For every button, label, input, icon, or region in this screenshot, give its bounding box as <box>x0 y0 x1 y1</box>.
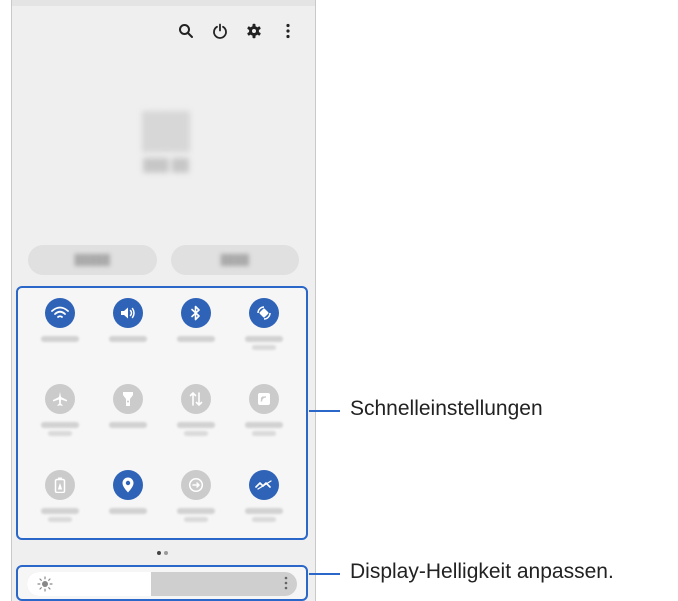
callout-line-brightness <box>309 573 340 575</box>
tile-label <box>41 422 79 428</box>
settings-gear-icon[interactable] <box>245 22 263 40</box>
page-dot-active <box>157 551 161 555</box>
tile-label-second-line <box>252 517 276 522</box>
sound-icon <box>113 298 143 328</box>
more-vertical-icon[interactable] <box>283 575 289 596</box>
nfc-icon <box>249 384 279 414</box>
callout-quick-settings: Schnelleinstellungen <box>350 397 543 420</box>
media-buttons-row: █████ ████ <box>28 245 299 275</box>
tile-label-second-line <box>184 517 208 522</box>
tile-label <box>41 336 79 342</box>
more-vertical-icon[interactable] <box>279 22 297 40</box>
tile-airplane-mode[interactable] <box>26 384 94 452</box>
tile-sound[interactable] <box>94 298 162 366</box>
tile-label <box>177 508 215 514</box>
tile-label-second-line <box>252 345 276 350</box>
tile-label <box>245 422 283 428</box>
tile-data-saver[interactable] <box>162 470 230 538</box>
blurred-button-left[interactable]: █████ <box>28 245 157 275</box>
auto-rotate-icon <box>249 298 279 328</box>
brightness-slider[interactable] <box>27 572 297 596</box>
tile-flashlight[interactable] <box>94 384 162 452</box>
power-icon[interactable] <box>211 22 229 40</box>
tile-bluetooth[interactable] <box>162 298 230 366</box>
wifi-icon <box>45 298 75 328</box>
tile-power-saving[interactable] <box>26 470 94 538</box>
tile-label <box>109 422 147 428</box>
tile-label <box>245 508 283 514</box>
blurred-clock: ██ <box>141 112 191 150</box>
blurred-date: ███ ██ <box>143 158 189 172</box>
tile-label <box>109 336 147 342</box>
battery-icon <box>45 470 75 500</box>
quick-panel: ██ ███ ██ █████ ████ <box>11 0 316 601</box>
data-saver-icon <box>181 470 211 500</box>
status-bar <box>12 0 315 6</box>
tile-label-second-line <box>252 431 276 436</box>
tile-label <box>177 422 215 428</box>
quick-settings-panel <box>16 286 308 540</box>
tile-label-second-line <box>184 431 208 436</box>
tile-label-second-line <box>48 431 72 436</box>
search-icon[interactable] <box>177 22 195 40</box>
page-dot <box>164 551 168 555</box>
tile-nfc[interactable] <box>230 384 298 452</box>
flashlight-icon <box>113 384 143 414</box>
tile-auto-rotate[interactable] <box>230 298 298 366</box>
brightness-panel <box>16 565 308 601</box>
nearby-share-icon <box>249 470 279 500</box>
tile-mobile-data[interactable] <box>162 384 230 452</box>
tile-label <box>177 336 215 342</box>
tile-label <box>41 508 79 514</box>
quick-settings-grid <box>26 298 298 538</box>
callout-line-quick-settings <box>309 410 340 412</box>
blurred-button-right[interactable]: ████ <box>170 245 299 275</box>
location-icon <box>113 470 143 500</box>
tile-wifi[interactable] <box>26 298 94 366</box>
callout-brightness: Display-Helligkeit anpassen. <box>350 560 614 583</box>
tile-label <box>245 336 283 342</box>
bluetooth-icon <box>181 298 211 328</box>
tile-label <box>109 508 147 514</box>
airplane-icon <box>45 384 75 414</box>
page-indicator <box>157 551 168 555</box>
quick-panel-toolbar <box>177 22 297 40</box>
sun-icon <box>37 576 53 596</box>
tile-location[interactable] <box>94 470 162 538</box>
tile-nearby-share[interactable] <box>230 470 298 538</box>
tile-label-second-line <box>48 517 72 522</box>
mobile-data-icon <box>181 384 211 414</box>
